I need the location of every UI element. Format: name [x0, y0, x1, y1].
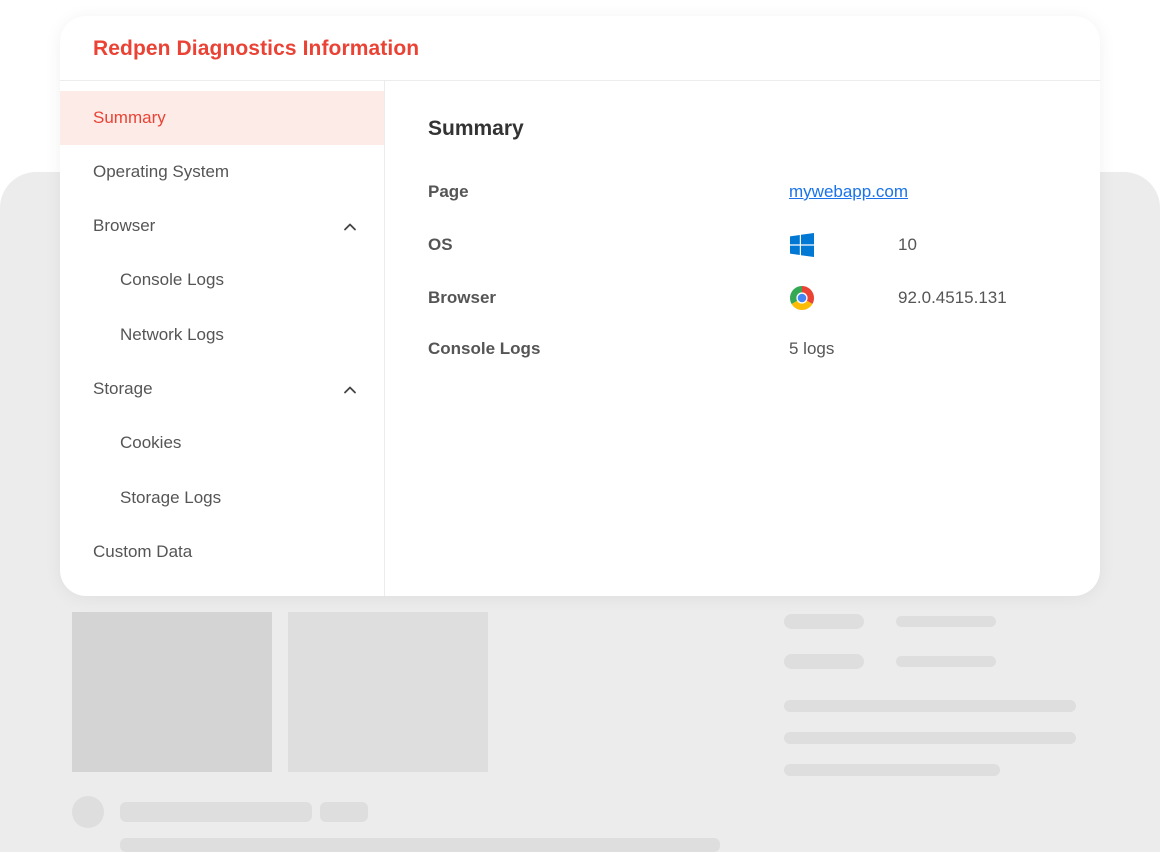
sidebar: Summary Operating System Browser Console…	[60, 81, 385, 596]
page-label: Page	[428, 182, 469, 201]
sidebar-item-storage-logs[interactable]: Storage Logs	[60, 471, 384, 525]
skeleton-text-line	[896, 616, 996, 627]
console-logs-label: Console Logs	[428, 339, 541, 358]
chevron-up-icon[interactable]	[342, 382, 358, 398]
sidebar-item-browser[interactable]: Browser	[60, 199, 384, 253]
browser-label: Browser	[428, 288, 497, 307]
sidebar-item-label: Custom Data	[93, 542, 193, 561]
skeleton-text-line	[784, 700, 1076, 712]
sidebar-item-label: Summary	[93, 108, 166, 127]
skeleton-text-line	[320, 802, 368, 822]
sidebar-item-label: Console Logs	[120, 270, 224, 289]
sidebar-item-label: Cookies	[120, 433, 182, 452]
sidebar-item-console-logs[interactable]: Console Logs	[60, 253, 384, 307]
sidebar-item-operating-system[interactable]: Operating System	[60, 145, 384, 199]
skeleton-text-line	[896, 656, 996, 667]
screen: Redpen Diagnostics Information Summary O…	[0, 0, 1160, 852]
sidebar-item-storage[interactable]: Storage	[60, 362, 384, 416]
panel-title: Summary	[428, 117, 524, 140]
sidebar-item-label: Storage	[93, 379, 153, 398]
sidebar-item-cookies[interactable]: Cookies	[60, 416, 384, 470]
skeleton-text-line	[784, 654, 864, 669]
os-label: OS	[428, 235, 453, 254]
sidebar-item-custom-data[interactable]: Custom Data	[60, 525, 384, 579]
sidebar-item-label: Storage Logs	[120, 488, 222, 507]
sidebar-item-summary[interactable]: Summary	[60, 91, 384, 145]
sidebar-item-label: Network Logs	[120, 325, 224, 344]
skeleton-text-line	[784, 732, 1076, 744]
skeleton-text-line	[784, 614, 864, 629]
windows-logo-icon	[790, 233, 814, 257]
sidebar-item-label: Browser	[93, 216, 156, 235]
skeleton-image-block	[288, 612, 488, 772]
chevron-up-icon[interactable]	[342, 219, 358, 235]
chrome-logo-icon	[790, 286, 814, 310]
sidebar-item-network-logs[interactable]: Network Logs	[60, 308, 384, 362]
skeleton-text-line	[784, 764, 1000, 776]
skeleton-text-line	[120, 838, 720, 852]
sidebar-item-label: Operating System	[93, 162, 230, 181]
page-link[interactable]: mywebapp.com	[789, 182, 908, 202]
summary-panel: Summary Page mywebapp.com OS 10 Browser …	[385, 81, 1100, 596]
skeleton-text-line	[120, 802, 312, 822]
dialog-title: Redpen Diagnostics Information	[93, 37, 420, 60]
dialog-header: Redpen Diagnostics Information	[60, 16, 1100, 81]
skeleton-avatar	[72, 796, 104, 828]
os-value: 10	[898, 235, 917, 254]
diagnostics-dialog: Redpen Diagnostics Information Summary O…	[60, 16, 1100, 596]
browser-value: 92.0.4515.131	[898, 288, 1007, 307]
skeleton-image-block	[72, 612, 272, 772]
console-logs-value: 5 logs	[789, 339, 835, 358]
